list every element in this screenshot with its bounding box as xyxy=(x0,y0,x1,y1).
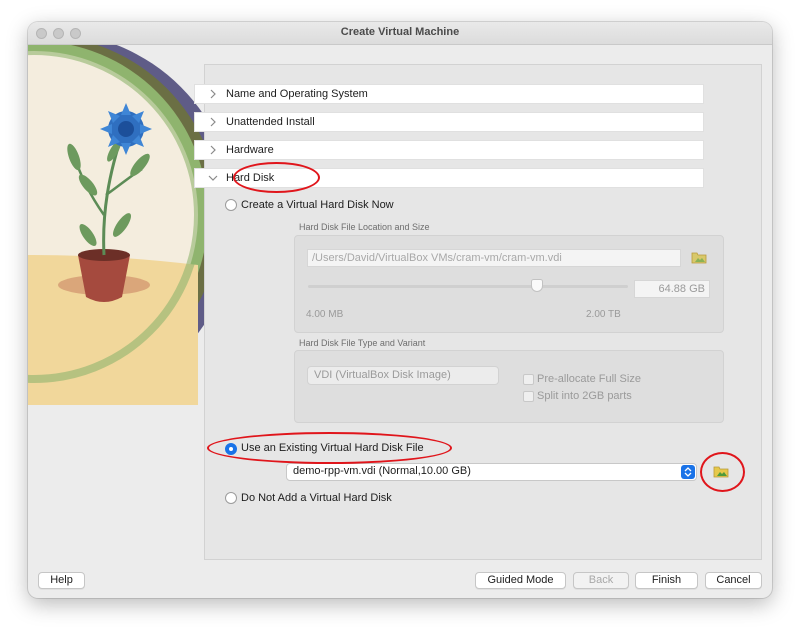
popup-arrows-icon xyxy=(681,465,695,479)
create-disk-radio[interactable] xyxy=(225,199,237,211)
virtualbox-plant-artwork xyxy=(28,45,204,405)
split-checkbox[interactable] xyxy=(523,391,534,402)
section-label: Hardware xyxy=(226,144,274,156)
preallocate-label: Pre-allocate Full Size xyxy=(537,373,641,385)
no-disk-label: Do Not Add a Virtual Hard Disk xyxy=(241,492,392,504)
section-label: Hard Disk xyxy=(226,172,275,184)
disk-size-slider-track[interactable] xyxy=(308,285,628,288)
size-max-label: 2.00 TB xyxy=(586,309,621,320)
preallocate-checkbox[interactable] xyxy=(523,374,534,385)
section-name-and-os[interactable]: Name and Operating System xyxy=(194,84,704,104)
create-disk-label: Create a Virtual Hard Disk Now xyxy=(241,199,394,211)
existing-disk-value: demo-rpp-vm.vdi (Normal,10.00 GB) xyxy=(293,465,471,477)
chevron-down-icon xyxy=(208,175,218,181)
disk-location-field[interactable]: /Users/David/VirtualBox VMs/cram-vm/cram… xyxy=(307,249,681,267)
chevron-right-icon xyxy=(210,145,216,155)
guided-mode-button[interactable]: Guided Mode xyxy=(475,572,566,589)
type-variant-group xyxy=(294,350,724,423)
no-disk-radio[interactable] xyxy=(225,492,237,504)
type-group-title: Hard Disk File Type and Variant xyxy=(299,338,426,348)
folder-icon[interactable] xyxy=(691,250,707,264)
help-button[interactable]: Help xyxy=(38,572,85,589)
folder-icon[interactable] xyxy=(713,464,729,478)
finish-button[interactable]: Finish xyxy=(635,572,698,589)
section-label: Unattended Install xyxy=(226,116,315,128)
existing-disk-radio[interactable] xyxy=(225,443,237,455)
cancel-button[interactable]: Cancel xyxy=(705,572,762,589)
chevron-right-icon xyxy=(210,117,216,127)
chevron-right-icon xyxy=(210,89,216,99)
size-min-label: 4.00 MB xyxy=(306,309,344,320)
window-title: Create Virtual Machine xyxy=(340,26,460,38)
split-label: Split into 2GB parts xyxy=(537,390,632,402)
existing-disk-popup[interactable]: demo-rpp-vm.vdi (Normal,10.00 GB) xyxy=(286,463,697,481)
section-unattended-install[interactable]: Unattended Install xyxy=(194,112,704,132)
section-hard-disk[interactable]: Hard Disk xyxy=(194,168,704,188)
title-bar: Create Virtual Machine xyxy=(28,22,772,45)
disk-type-select[interactable]: VDI (VirtualBox Disk Image) xyxy=(307,366,499,385)
location-group-title: Hard Disk File Location and Size xyxy=(299,222,430,232)
disk-size-slider-handle[interactable] xyxy=(531,279,543,292)
section-label: Name and Operating System xyxy=(226,88,368,100)
back-button[interactable]: Back xyxy=(573,572,629,589)
existing-disk-label: Use an Existing Virtual Hard Disk File xyxy=(241,442,424,454)
disk-size-field[interactable]: 64.88 GB xyxy=(634,280,710,298)
section-hardware[interactable]: Hardware xyxy=(194,140,704,160)
